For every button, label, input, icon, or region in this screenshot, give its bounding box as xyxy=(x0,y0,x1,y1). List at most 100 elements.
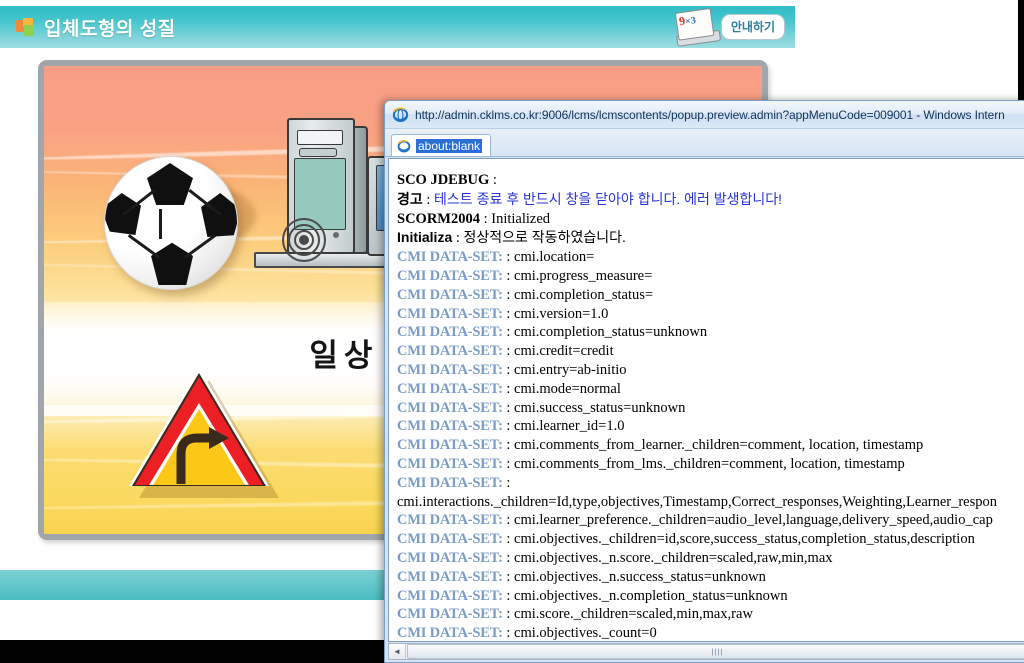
log-line: CMI DATA-SET: : xyxy=(397,474,1021,493)
log-line-label: CMI DATA-SET: xyxy=(397,249,503,266)
log-line-separator: : xyxy=(502,568,515,585)
log-line-separator: : xyxy=(502,437,515,454)
guide-note-sub: ×3 xyxy=(684,15,697,28)
log-line: CMI DATA-SET: : cmi.objectives._n.comple… xyxy=(397,587,1021,606)
browser-tab-about-blank[interactable]: about:blank xyxy=(391,134,492,156)
log-line-separator: : xyxy=(502,399,515,416)
log-line-label: CMI DATA-SET: xyxy=(397,437,503,454)
log-line-separator: : xyxy=(502,343,515,360)
log-line-separator: : xyxy=(502,249,515,266)
log-line-separator: : xyxy=(489,172,497,188)
log-line-value: cmi.learner_preference._children=audio_l… xyxy=(514,512,993,529)
log-line: CMI DATA-SET: : cmi.credit=credit xyxy=(397,342,1021,361)
log-line-label: CMI DATA-SET: xyxy=(397,549,503,566)
log-line: CMI DATA-SET: : cmi.version=1.0 xyxy=(397,305,1021,324)
log-line-value: cmi.completion_status=unknown xyxy=(514,324,708,341)
log-line: CMI DATA-SET: : cmi.learner_preference._… xyxy=(397,511,1021,530)
browser-titlebar[interactable]: http://admin.cklms.co.kr:9006/lcms/lcmsc… xyxy=(385,101,1024,129)
log-line: CMI DATA-SET: : cmi.objectives._n.score.… xyxy=(397,549,1021,568)
log-line-label: CMI DATA-SET: xyxy=(397,380,503,397)
log-line-separator: : xyxy=(452,230,464,247)
log-line: CMI DATA-SET: : cmi.objectives._n.succes… xyxy=(397,568,1021,587)
log-line-value: cmi.score._children=scaled,min,max,raw xyxy=(514,606,753,623)
log-line-separator: : xyxy=(502,625,515,642)
log-line-separator: : xyxy=(502,286,515,303)
scorm-debug-log: SCO JDEBUG : 경고 : 테스트 종료 후 반드시 창을 닫아야 합니다… xyxy=(389,159,1024,642)
log-line: CMI DATA-SET: : cmi.completion_status= xyxy=(397,286,1021,305)
log-line: CMI DATA-SET: : cmi.objectives._count=0 xyxy=(397,624,1021,642)
page-title: 입체도형의 성질 xyxy=(44,18,176,40)
browser-window: http://admin.cklms.co.kr:9006/lcms/lcmsc… xyxy=(384,100,1024,663)
log-line-value: cmi.objectives._count=0 xyxy=(514,625,657,642)
log-line: CMI DATA-SET: : cmi.entry=ab-initio xyxy=(397,361,1021,380)
log-line-label: CMI DATA-SET: xyxy=(397,568,503,585)
log-line-separator: : xyxy=(422,191,435,208)
log-line-value: cmi.objectives._children=id,score,succes… xyxy=(514,531,975,548)
log-line: CMI DATA-SET: : cmi.location= xyxy=(397,248,1021,267)
log-line-separator: : xyxy=(502,606,515,623)
scroll-left-arrow[interactable]: ◄ xyxy=(389,644,406,659)
page-header: 입체도형의 성질 9×3 안내하기 xyxy=(0,6,795,48)
log-line-label: CMI DATA-SET: xyxy=(397,286,503,303)
log-line-label: CMI DATA-SET: xyxy=(397,474,503,491)
log-line-separator: : xyxy=(502,267,515,284)
log-line-value: cmi.comments_from_lms._children=comment,… xyxy=(514,455,905,472)
log-line-separator: : xyxy=(502,531,515,548)
curve-arrow-glyph xyxy=(176,427,229,484)
log-line-separator: : xyxy=(502,512,515,529)
log-line-value: cmi.comments_from_learner._children=comm… xyxy=(514,437,924,454)
log-line-separator: : xyxy=(502,324,515,341)
curve-right-sign-icon xyxy=(129,368,279,498)
log-line: 경고 : 테스트 종료 후 반드시 창을 닫아야 합니다. 에러 발생합니다! xyxy=(397,190,1021,210)
log-line-label: CMI DATA-SET: xyxy=(397,606,503,623)
log-line-label: CMI DATA-SET: xyxy=(397,399,503,416)
log-line-label: CMI DATA-SET: xyxy=(397,418,503,435)
browser-tab-label: about:blank xyxy=(416,138,483,153)
log-line-value: cmi.progress_measure= xyxy=(514,267,653,284)
log-line-value: cmi.objectives._n.success_status=unknown xyxy=(514,568,766,585)
notepad-icon: 9×3 xyxy=(673,7,721,47)
log-line-label: CMI DATA-SET: xyxy=(397,625,503,642)
log-line-value: cmi.mode=normal xyxy=(514,380,621,397)
log-line-separator: : xyxy=(502,305,515,322)
log-line: CMI DATA-SET: : cmi.learner_id=1.0 xyxy=(397,417,1021,436)
log-line-separator: : xyxy=(502,587,515,604)
log-line-separator: : xyxy=(502,418,515,435)
log-line: CMI DATA-SET: : cmi.success_status=unkno… xyxy=(397,399,1021,418)
browser-tabbar: about:blank xyxy=(385,129,1024,157)
log-line-label: CMI DATA-SET: xyxy=(397,324,503,341)
log-line-label: CMI DATA-SET: xyxy=(397,343,503,360)
browser-viewport: SCO JDEBUG : 경고 : 테스트 종료 후 반드시 창을 닫아야 합니다… xyxy=(388,158,1024,642)
log-line: SCO JDEBUG : xyxy=(397,171,1021,190)
log-line-value: cmi.version=1.0 xyxy=(514,305,609,322)
internet-explorer-icon xyxy=(392,106,409,123)
log-line-label: CMI DATA-SET: xyxy=(397,305,503,322)
log-line-value: cmi.location= xyxy=(514,249,595,266)
horizontal-scrollbar[interactable]: ◄ xyxy=(388,643,1024,660)
scrollbar-thumb[interactable] xyxy=(407,644,1024,659)
log-line-value: cmi.success_status=unknown xyxy=(514,399,686,416)
log-line-value: cmi.learner_id=1.0 xyxy=(514,418,625,435)
log-line-label: CMI DATA-SET: xyxy=(397,267,503,284)
log-line-separator: : xyxy=(502,455,515,472)
log-line: CMI DATA-SET: : cmi.score._children=scal… xyxy=(397,605,1021,624)
log-line-value: 테스트 종료 후 반드시 창을 닫아야 합니다. 에러 발생합니다! xyxy=(434,190,783,207)
log-line: CMI DATA-SET: : cmi.mode=normal xyxy=(397,380,1021,399)
log-line-separator: : xyxy=(502,361,515,378)
log-line: cmi.interactions._children=Id,type,objec… xyxy=(397,493,1021,512)
internet-explorer-icon xyxy=(397,139,411,153)
log-line-value: cmi.objectives._n.completion_status=unkn… xyxy=(514,587,788,604)
log-line-value: cmi.entry=ab-initio xyxy=(514,361,627,378)
guide-button-label: 안내하기 xyxy=(720,14,785,40)
log-line-label: 경고 xyxy=(397,190,423,207)
log-line-label: SCORM2004 xyxy=(397,210,480,227)
log-line-separator: : xyxy=(479,210,492,227)
log-line-value: cmi.objectives._n.score._children=scaled… xyxy=(514,549,833,566)
log-line-value: cmi.interactions._children=Id,type,objec… xyxy=(397,493,998,510)
guide-button[interactable]: 9×3 안내하기 xyxy=(673,7,785,47)
log-line-label: SCO JDEBUG xyxy=(397,172,490,188)
log-line-value: 정상적으로 작동하였습니다. xyxy=(463,229,626,246)
log-line-label: CMI DATA-SET: xyxy=(397,455,503,472)
log-line: Initializa : 정상적으로 작동하였습니다. xyxy=(397,228,1021,248)
log-line-label: CMI DATA-SET: xyxy=(397,512,503,529)
